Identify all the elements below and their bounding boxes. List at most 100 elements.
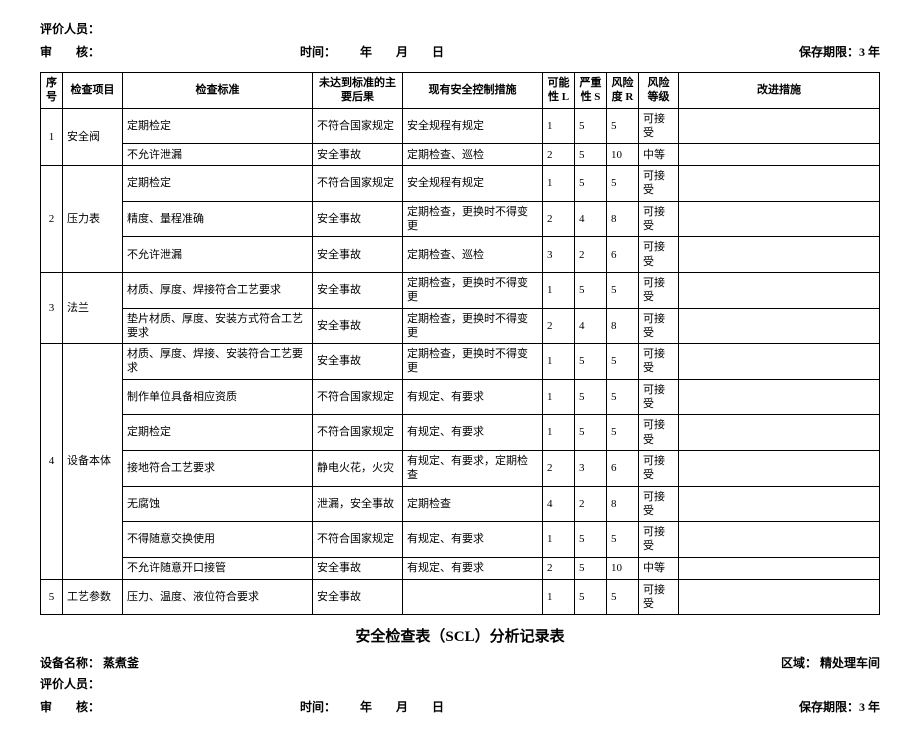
table-row: 精度、量程准确安全事故定期检查，更换时不得变更248可接受 [41, 201, 880, 237]
cell-standard: 定期检定 [123, 166, 313, 202]
cell-L: 2 [543, 308, 575, 344]
cell-R: 5 [607, 272, 639, 308]
cell-control: 定期检查，更换时不得变更 [403, 272, 543, 308]
cell-consequence: 静电火花，火灾 [313, 450, 403, 486]
cell-R: 5 [607, 344, 639, 380]
col-grade: 风险等级 [639, 73, 679, 109]
year-label-2: 年 [360, 698, 372, 715]
cell-no: 5 [41, 579, 63, 615]
cell-improve [679, 579, 880, 615]
equip-label: 设备名称： [40, 656, 100, 670]
cell-grade: 中等 [639, 557, 679, 579]
cell-grade: 可接受 [639, 166, 679, 202]
cell-L: 1 [543, 379, 575, 415]
cell-improve [679, 308, 880, 344]
cell-item: 工艺参数 [63, 579, 123, 615]
cell-standard: 不允许泄漏 [123, 144, 313, 166]
cell-control: 定期检查，更换时不得变更 [403, 308, 543, 344]
cell-grade: 可接受 [639, 522, 679, 558]
cell-grade: 可接受 [639, 344, 679, 380]
cell-control: 有规定、有要求 [403, 415, 543, 451]
cell-consequence: 不符合国家规定 [313, 379, 403, 415]
day-label: 日 [432, 43, 444, 60]
cell-L: 4 [543, 486, 575, 522]
cell-R: 5 [607, 108, 639, 144]
cell-control: 定期检查 [403, 486, 543, 522]
cell-standard: 无腐蚀 [123, 486, 313, 522]
table-row: 不允许泄漏安全事故定期检查、巡检326可接受 [41, 237, 880, 273]
day-label-2: 日 [432, 698, 444, 715]
table-header-row: 序号 检查项目 检查标准 未达到标准的主要后果 现有安全控制措施 可能性 L 严… [41, 73, 880, 109]
cell-improve [679, 237, 880, 273]
cell-improve [679, 379, 880, 415]
cell-consequence: 安全事故 [313, 201, 403, 237]
month-label-2: 月 [396, 698, 408, 715]
cell-S: 5 [575, 522, 607, 558]
col-improve: 改进措施 [679, 73, 880, 109]
table-row: 无腐蚀泄漏，安全事故定期检查428可接受 [41, 486, 880, 522]
cell-control: 有规定、有要求 [403, 379, 543, 415]
cell-L: 2 [543, 144, 575, 166]
cell-no: 4 [41, 344, 63, 580]
cell-item: 设备本体 [63, 344, 123, 580]
col-no: 序号 [41, 73, 63, 109]
col-consequence: 未达到标准的主要后果 [313, 73, 403, 109]
cell-R: 6 [607, 450, 639, 486]
table-row: 4设备本体材质、厚度、焊接、安装符合工艺要求安全事故定期检查，更换时不得变更15… [41, 344, 880, 380]
cell-consequence: 泄漏，安全事故 [313, 486, 403, 522]
cell-R: 5 [607, 166, 639, 202]
cell-improve [679, 522, 880, 558]
cell-grade: 可接受 [639, 308, 679, 344]
cell-grade: 可接受 [639, 415, 679, 451]
cell-consequence: 不符合国家规定 [313, 522, 403, 558]
cell-R: 8 [607, 486, 639, 522]
cell-item: 安全阀 [63, 108, 123, 166]
header-row: 审 核： 时间： 年 月 日 保存期限：3 年 [40, 43, 880, 60]
cell-grade: 可接受 [639, 201, 679, 237]
evaluator-label: 评价人员： [40, 20, 880, 37]
table-row: 接地符合工艺要求静电火花，火灾有规定、有要求，定期检查236可接受 [41, 450, 880, 486]
cell-consequence: 不符合国家规定 [313, 415, 403, 451]
cell-control: 定期检查，更换时不得变更 [403, 344, 543, 380]
cell-improve [679, 144, 880, 166]
table-row: 制作单位具备相应资质不符合国家规定有规定、有要求155可接受 [41, 379, 880, 415]
cell-standard: 不允许随意开口接管 [123, 557, 313, 579]
cell-R: 8 [607, 308, 639, 344]
cell-R: 5 [607, 379, 639, 415]
scl-table: 序号 检查项目 检查标准 未达到标准的主要后果 现有安全控制措施 可能性 L 严… [40, 72, 880, 615]
col-R: 风险度 R [607, 73, 639, 109]
cell-no: 3 [41, 272, 63, 343]
cell-consequence: 安全事故 [313, 579, 403, 615]
cell-grade: 可接受 [639, 579, 679, 615]
cell-S: 3 [575, 450, 607, 486]
table-row: 定期检定不符合国家规定有规定、有要求155可接受 [41, 415, 880, 451]
cell-S: 5 [575, 579, 607, 615]
cell-L: 3 [543, 237, 575, 273]
cell-item: 压力表 [63, 166, 123, 273]
table-row: 垫片材质、厚度、安装方式符合工艺要求安全事故定期检查，更换时不得变更248可接受 [41, 308, 880, 344]
year-label: 年 [360, 43, 372, 60]
cell-L: 1 [543, 579, 575, 615]
section-title: 安全检查表（SCL）分析记录表 [40, 625, 880, 646]
cell-S: 4 [575, 308, 607, 344]
cell-control: 安全规程有规定 [403, 108, 543, 144]
cell-grade: 可接受 [639, 450, 679, 486]
cell-control: 有规定、有要求，定期检查 [403, 450, 543, 486]
cell-L: 1 [543, 108, 575, 144]
col-L: 可能性 L [543, 73, 575, 109]
cell-control: 定期检查，更换时不得变更 [403, 201, 543, 237]
cell-L: 1 [543, 166, 575, 202]
cell-grade: 中等 [639, 144, 679, 166]
cell-consequence: 安全事故 [313, 308, 403, 344]
area-value: 精处理车间 [820, 656, 880, 670]
col-control: 现有安全控制措施 [403, 73, 543, 109]
retention-label-2: 保存期限：3 年 [799, 698, 880, 715]
cell-L: 1 [543, 415, 575, 451]
cell-S: 5 [575, 557, 607, 579]
cell-control: 有规定、有要求 [403, 522, 543, 558]
cell-grade: 可接受 [639, 486, 679, 522]
reviewer-label-2: 审 核： [40, 698, 300, 715]
cell-standard: 材质、厚度、焊接、安装符合工艺要求 [123, 344, 313, 380]
cell-consequence: 安全事故 [313, 557, 403, 579]
cell-S: 5 [575, 415, 607, 451]
